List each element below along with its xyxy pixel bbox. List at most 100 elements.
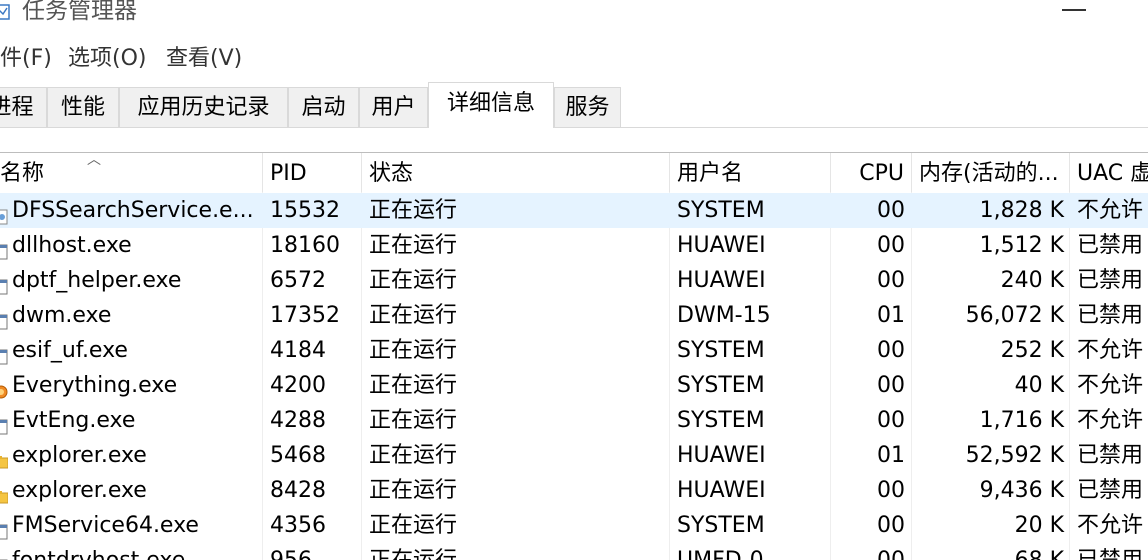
- process-memory: 252 K: [1000, 338, 1064, 363]
- process-name-label: explorer.exe: [12, 478, 147, 503]
- column-pid[interactable]: PID: [263, 153, 362, 192]
- process-cpu: 00: [877, 233, 905, 258]
- process-uac: 不允许: [1077, 338, 1144, 363]
- process-uac: 已禁用: [1077, 478, 1144, 503]
- process-pid: 4356: [270, 513, 326, 538]
- process-cpu: 00: [877, 338, 905, 363]
- process-name: dllhost.exe: [0, 228, 263, 263]
- process-memory: 20 K: [1014, 513, 1064, 538]
- column-username[interactable]: 用户名: [670, 153, 831, 192]
- process-cpu: 00: [877, 268, 905, 293]
- table-header: 名称 ︿ PID 状态 用户名 CPU 内存(活动的... UAC 虚拟化: [0, 153, 1148, 192]
- process-cpu: 00: [877, 373, 905, 398]
- process-memory: 68 K: [912, 543, 1070, 560]
- table-row[interactable]: Everything.exe 4200 正在运行 SYSTEM 00 40 K 不允许: [0, 368, 1148, 403]
- process-cpu: 00: [877, 478, 905, 503]
- process-pid: 4184: [270, 338, 326, 363]
- table-row[interactable]: EvtEng.exe 4288 正在运行 SYSTEM 00 1,716 K 不允许: [0, 403, 1148, 438]
- table-row[interactable]: DFSSearchService.e... 15532 正在运行 SYSTEM 00 1,…: [0, 193, 1148, 228]
- table-row[interactable]: explorer.exe 5468 正在运行 HUAWEI 01 52,592 K 已禁用: [0, 438, 1148, 473]
- process-name-label: esif_uf.exe: [12, 338, 128, 363]
- process-pid: 18160: [270, 233, 340, 258]
- process-status: 正在运行: [369, 233, 458, 258]
- process-name-label: fontdrvhost.exe: [12, 548, 185, 560]
- process-name-label: dwm.exe: [12, 303, 112, 328]
- exe-icon: [0, 412, 8, 435]
- tab-bar: 进程 性能 应用历史记录 启动 用户 详细信息 服务: [0, 78, 1148, 128]
- process-memory: 40 K: [1014, 373, 1064, 398]
- process-cpu: 00: [877, 513, 905, 538]
- exe-icon: [0, 342, 8, 365]
- process-pid: 6572: [270, 268, 326, 293]
- process-memory: 1,828 K: [979, 198, 1064, 223]
- process-name: explorer.exe: [0, 438, 263, 473]
- tab-users[interactable]: 用户: [359, 87, 428, 127]
- process-uac: 不允许: [1077, 408, 1144, 433]
- process-uac: 已禁用: [1077, 443, 1144, 468]
- process-name: explorer.exe: [0, 473, 263, 508]
- process-status: 正在运行: [369, 373, 458, 398]
- menu-view[interactable]: 查看(V): [166, 45, 242, 73]
- menu-options[interactable]: 选项(O): [68, 45, 146, 73]
- table-row[interactable]: fontdrvhost.exe 956正在运行UMFD-00068 K已禁用: [0, 543, 1148, 560]
- process-status: 正在运行: [369, 443, 458, 468]
- process-uac: 已禁用: [1077, 268, 1144, 293]
- exe-icon: [0, 517, 8, 540]
- process-user: DWM-15: [677, 303, 771, 328]
- process-name: dptf_helper.exe: [0, 263, 263, 298]
- tab-services[interactable]: 服务: [554, 87, 621, 127]
- minimize-icon[interactable]: [1062, 9, 1086, 11]
- menu-file[interactable]: 文件(F): [0, 45, 52, 73]
- process-status: 正在运行: [369, 268, 458, 293]
- column-uac[interactable]: UAC 虚拟化: [1070, 153, 1148, 192]
- process-uac: 不允许: [1077, 373, 1144, 398]
- exe-icon: [0, 272, 8, 295]
- exe-icon: [0, 307, 8, 330]
- process-user: SYSTEM: [677, 513, 765, 538]
- table-row[interactable]: explorer.exe 8428 正在运行 HUAWEI 00 9,436 K 已禁用: [0, 473, 1148, 508]
- table-row[interactable]: dwm.exe 17352 正在运行 DWM-15 01 56,072 K 已禁用: [0, 298, 1148, 333]
- table-row[interactable]: dllhost.exe 18160 正在运行 HUAWEI 00 1,512 K 已禁用: [0, 228, 1148, 263]
- column-status[interactable]: 状态: [362, 153, 670, 192]
- process-cpu: 01: [877, 443, 905, 468]
- process-status: 正在运行: [362, 543, 670, 560]
- task-manager-icon: [0, 4, 10, 20]
- process-memory: 56,072 K: [965, 303, 1064, 328]
- table-row[interactable]: dptf_helper.exe 6572 正在运行 HUAWEI 00 240 K 已禁用: [0, 263, 1148, 298]
- process-memory: 9,436 K: [979, 478, 1064, 503]
- column-name[interactable]: 名称 ︿: [0, 153, 263, 192]
- process-pid: 17352: [270, 303, 340, 328]
- process-pid: 5468: [270, 443, 326, 468]
- table-row[interactable]: FMService64.exe 4356 正在运行 SYSTEM 00 20 K 不允许: [0, 508, 1148, 543]
- process-cpu: 00: [877, 408, 905, 433]
- process-status: 正在运行: [369, 478, 458, 503]
- tab-details[interactable]: 详细信息: [428, 82, 554, 128]
- process-name-label: FMService64.exe: [12, 513, 199, 538]
- process-memory: 52,592 K: [965, 443, 1064, 468]
- process-name-label: dptf_helper.exe: [12, 268, 182, 293]
- table-body: DFSSearchService.e... 15532 正在运行 SYSTEM 00 1,…: [0, 193, 1148, 560]
- folder-icon: [0, 447, 9, 469]
- details-table: 名称 ︿ PID 状态 用户名 CPU 内存(活动的... UAC 虚拟化 DF…: [0, 152, 1148, 560]
- folder-icon: [0, 482, 9, 504]
- process-pid: 4288: [270, 408, 326, 433]
- tab-app-history[interactable]: 应用历史记录: [119, 87, 288, 127]
- exe-icon: [0, 237, 8, 260]
- process-uac: 不允许: [1077, 198, 1144, 223]
- title-bar: 任务管理器: [0, 0, 1148, 30]
- tab-startup[interactable]: 启动: [288, 87, 359, 127]
- column-cpu[interactable]: CPU: [831, 153, 912, 192]
- process-name-label: explorer.exe: [12, 443, 147, 468]
- table-row[interactable]: esif_uf.exe 4184 正在运行 SYSTEM 00 252 K 不允许: [0, 333, 1148, 368]
- column-name-label: 名称: [0, 161, 45, 186]
- process-user: SYSTEM: [677, 373, 765, 398]
- process-user: SYSTEM: [677, 198, 765, 223]
- column-memory[interactable]: 内存(活动的...: [912, 153, 1070, 192]
- process-status: 正在运行: [369, 408, 458, 433]
- process-uac: 不允许: [1077, 513, 1144, 538]
- process-pid: 956: [263, 543, 362, 560]
- tab-performance[interactable]: 性能: [47, 87, 119, 127]
- tab-processes[interactable]: 进程: [0, 87, 47, 127]
- process-name-label: Everything.exe: [12, 373, 178, 398]
- process-status: 正在运行: [369, 513, 458, 538]
